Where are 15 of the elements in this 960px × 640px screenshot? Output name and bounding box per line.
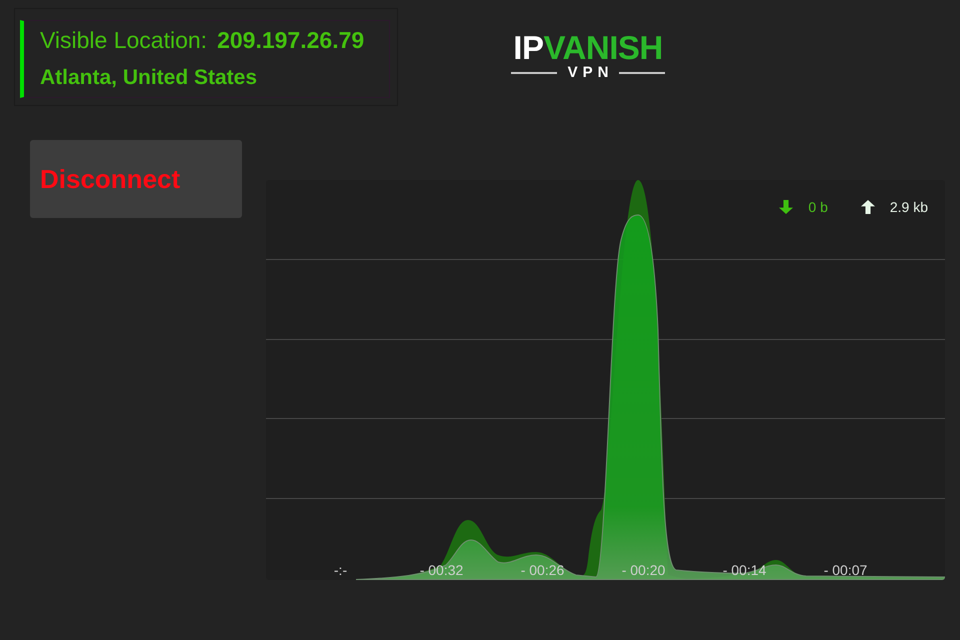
time-axis-label: -:- [334, 561, 348, 579]
logo-wordmark: IPVANISH [513, 31, 663, 64]
disconnect-button[interactable]: Disconnect [30, 140, 242, 218]
time-axis-label: - 00:32 [420, 561, 464, 579]
location-label: Visible Location: [40, 26, 208, 54]
arrow-up-icon [860, 200, 875, 214]
ip-address: 209.197.26.79 [217, 26, 364, 54]
download-amount: 0 b [808, 199, 828, 215]
arrow-down-icon [779, 200, 794, 214]
logo-subtitle: VPN [566, 65, 614, 81]
upload-amount: 2.9 kb [890, 199, 928, 215]
time-axis-label: - 00:20 [622, 561, 666, 579]
time-axis-label: - 00:07 [824, 561, 868, 579]
location-city: Atlanta, United States [40, 66, 258, 89]
time-axis-label: - 00:26 [520, 561, 564, 579]
